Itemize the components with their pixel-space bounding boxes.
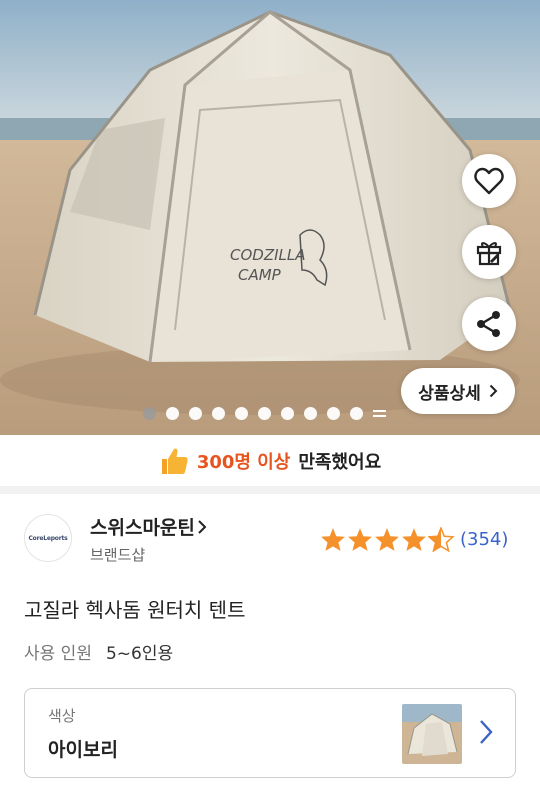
carousel-indicator <box>143 407 386 420</box>
star-half-icon <box>428 527 454 552</box>
star-icon <box>348 528 372 551</box>
carousel-dot[interactable] <box>350 407 363 420</box>
satisfaction-banner: 300명 이상 만족했어요 <box>0 435 540 486</box>
section-divider <box>0 486 540 494</box>
share-icon <box>477 311 500 337</box>
share-button[interactable] <box>462 297 516 351</box>
carousel-dot[interactable] <box>304 407 317 420</box>
brand-logo[interactable]: CoreLeports <box>24 514 72 562</box>
carousel-dot[interactable] <box>327 407 340 420</box>
gift-button[interactable] <box>462 225 516 279</box>
rating[interactable]: (354) <box>320 527 508 552</box>
carousel-dot[interactable] <box>212 407 225 420</box>
carousel-dot[interactable] <box>258 407 271 420</box>
carousel-dot[interactable] <box>235 407 248 420</box>
satisfaction-text: 만족했어요 <box>298 451 382 473</box>
chevron-right-icon <box>480 720 493 744</box>
chevron-right-icon <box>489 384 498 398</box>
heart-icon <box>474 167 504 195</box>
product-image-carousel[interactable]: CODZILLA CAMP 상품상세 <box>0 0 540 435</box>
product-title: 고질라 헥사돔 원터치 텐트 <box>24 598 246 622</box>
carousel-more-indicator <box>373 407 386 420</box>
spec-label: 사용 인원 <box>24 644 92 664</box>
star-rating <box>320 527 454 552</box>
product-detail-label: 상품상세 <box>418 383 481 404</box>
option-thumbnail <box>402 704 462 764</box>
product-spec: 사용 인원 5~6인용 <box>24 639 173 664</box>
satisfaction-count: 300명 이상 <box>196 451 291 473</box>
thumbs-up-icon <box>161 448 188 474</box>
option-value: 아이보리 <box>48 739 118 761</box>
color-option-selector[interactable]: 색상 아이보리 <box>24 688 516 778</box>
product-detail-button[interactable]: 상품상세 <box>401 368 515 414</box>
brand-name-link[interactable]: 스위스마운틴 <box>90 513 207 540</box>
carousel-dot[interactable] <box>166 407 179 420</box>
wishlist-button[interactable] <box>462 154 516 208</box>
brand-name: 스위스마운틴 <box>90 517 195 539</box>
review-count: (354) <box>460 529 509 550</box>
carousel-dot[interactable] <box>143 407 156 420</box>
star-icon <box>321 528 345 551</box>
svg-text:CODZILLA: CODZILLA <box>230 246 306 264</box>
brand-logo-text: CoreLeports <box>28 534 68 542</box>
star-icon <box>402 528 426 551</box>
svg-text:CAMP: CAMP <box>238 266 282 284</box>
carousel-dot[interactable] <box>189 407 202 420</box>
chevron-right-icon <box>198 519 207 534</box>
option-label: 색상 <box>48 707 76 725</box>
spec-value: 5~6인용 <box>105 644 174 664</box>
star-icon <box>375 528 399 551</box>
gift-icon <box>476 242 502 266</box>
carousel-dot[interactable] <box>281 407 294 420</box>
brand-subtitle: 브랜드샵 <box>90 546 146 564</box>
